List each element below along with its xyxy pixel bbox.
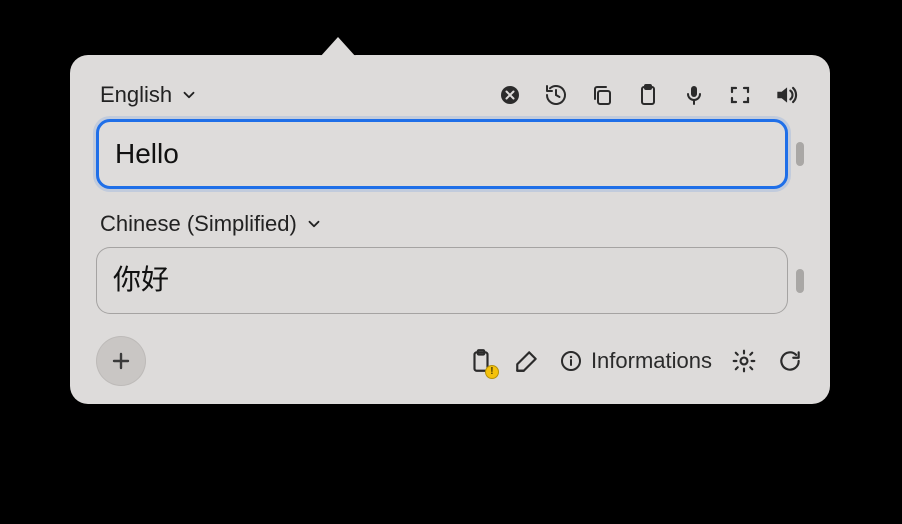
alert-badge-icon: ! [485,365,499,379]
chevron-down-icon [180,86,198,104]
clipboard-alert-icon[interactable]: ! [467,347,495,375]
target-field-wrap: 你好 [96,247,804,313]
source-language-label: English [100,82,172,108]
gear-icon[interactable] [730,347,758,375]
edit-icon[interactable] [513,347,541,375]
info-button[interactable]: Informations [559,348,712,374]
target-language-label: Chinese (Simplified) [100,211,297,237]
bottom-right-tools: ! Informations [467,347,804,375]
refresh-icon[interactable] [776,347,804,375]
microphone-icon[interactable] [680,81,708,109]
scroll-indicator [796,269,804,293]
target-text-output[interactable]: 你好 [96,247,788,313]
info-label: Informations [591,348,712,374]
translator-popover: English [70,55,830,404]
history-icon[interactable] [542,81,570,109]
bottom-toolbar: ! Informations [96,336,804,386]
source-language-select[interactable]: English [100,82,198,108]
paste-icon[interactable] [634,81,662,109]
target-language-select[interactable]: Chinese (Simplified) [100,211,323,237]
source-toolbar [496,81,800,109]
chevron-down-icon [305,215,323,233]
source-text-input[interactable]: Hello [96,119,788,189]
add-button[interactable] [96,336,146,386]
source-field-wrap: Hello [96,119,804,189]
clear-icon[interactable] [496,81,524,109]
scroll-indicator [796,142,804,166]
target-lang-row: Chinese (Simplified) [96,211,804,237]
speaker-icon[interactable] [772,81,800,109]
source-lang-row: English [96,81,804,109]
fullscreen-icon[interactable] [726,81,754,109]
copy-icon[interactable] [588,81,616,109]
